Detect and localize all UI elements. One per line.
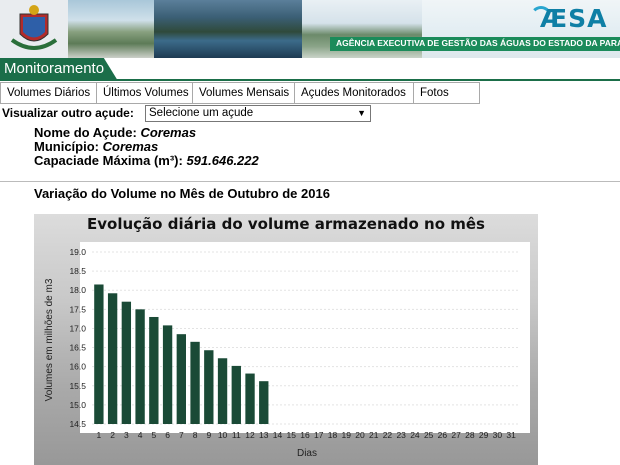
- dropdown-arrow-icon[interactable]: ▼: [357, 106, 366, 121]
- municipio-label: Município:: [34, 139, 99, 154]
- bar-day-8: [190, 341, 200, 424]
- y-axis-label: Volumes em milhões de m3: [44, 278, 55, 401]
- banner-photo-lake: [154, 0, 302, 58]
- x-tick-label: 7: [179, 430, 184, 440]
- header-banner: ÆSA AGÊNCIA EXECUTIVA DE GESTÃO DAS ÁGUA…: [0, 0, 620, 58]
- nome-value: Coremas: [140, 125, 197, 140]
- x-tick-label: 23: [396, 430, 406, 440]
- menu-volumes-diarios[interactable]: Volumes Diários: [0, 82, 97, 104]
- x-axis-label: Dias: [297, 448, 317, 459]
- menu-fotos[interactable]: Fotos: [413, 82, 480, 104]
- section-title: Monitoramento: [4, 60, 105, 77]
- x-tick-label: 24: [410, 430, 420, 440]
- info-nome: Nome do Açude: Coremas: [34, 125, 196, 140]
- x-tick-label: 10: [218, 430, 228, 440]
- x-tick-label: 22: [383, 430, 393, 440]
- y-tick-label: 18.5: [69, 266, 86, 276]
- bar-day-6: [162, 325, 173, 424]
- x-tick-label: 8: [193, 430, 198, 440]
- info-capacidade: Capaciade Máxima (m³): 591.646.222: [34, 153, 259, 168]
- x-tick-label: 4: [138, 430, 143, 440]
- bar-day-13: [259, 381, 269, 424]
- bar-day-12: [245, 373, 255, 424]
- x-tick-label: 9: [206, 430, 211, 440]
- capacidade-label: Capaciade Máxima (m³):: [34, 153, 183, 168]
- main-menu: Volumes Diários Últimos Volumes Volumes …: [0, 82, 480, 104]
- bar-day-2: [107, 293, 118, 424]
- x-tick-label: 25: [424, 430, 434, 440]
- x-tick-label: 13: [259, 430, 269, 440]
- x-tick-label: 14: [273, 430, 283, 440]
- x-tick-label: 18: [328, 430, 338, 440]
- nome-label: Nome do Açude:: [34, 125, 137, 140]
- bar-day-5: [149, 316, 159, 424]
- x-tick-label: 21: [369, 430, 379, 440]
- y-tick-label: 19.0: [69, 247, 86, 257]
- x-tick-label: 11: [232, 430, 241, 440]
- aesa-logo: ÆSA: [540, 4, 608, 33]
- x-tick-label: 29: [479, 430, 489, 440]
- x-tick-label: 3: [124, 430, 129, 440]
- y-tick-label: 14.5: [69, 419, 86, 429]
- bar-day-4: [135, 309, 145, 424]
- x-tick-label: 2: [110, 430, 115, 440]
- bar-day-3: [121, 301, 132, 424]
- bar-day-11: [231, 365, 241, 424]
- x-tick-label: 27: [451, 430, 461, 440]
- chart-subtitle: Variação do Volume no Mês de Outubro de …: [34, 186, 330, 201]
- x-tick-label: 17: [314, 430, 324, 440]
- x-tick-label: 15: [287, 430, 297, 440]
- x-tick-label: 20: [355, 430, 365, 440]
- section-title-bar: Monitoramento: [0, 58, 620, 81]
- agency-name: AGÊNCIA EXECUTIVA DE GESTÃO DAS ÁGUAS DO…: [336, 38, 620, 48]
- x-tick-label: 28: [465, 430, 475, 440]
- y-tick-label: 17.5: [69, 304, 86, 314]
- select-label: Visualizar outro açude:: [2, 106, 134, 120]
- capacidade-value: 591.646.222: [186, 153, 259, 168]
- bar-day-1: [94, 284, 104, 424]
- bar-day-7: [176, 334, 186, 424]
- x-tick-label: 31: [506, 430, 516, 440]
- x-tick-label: 16: [300, 430, 310, 440]
- x-tick-label: 1: [97, 430, 102, 440]
- x-tick-label: 5: [151, 430, 156, 440]
- municipio-value: Coremas: [102, 139, 159, 154]
- info-municipio: Município: Coremas: [34, 139, 158, 154]
- menu-volumes-mensais[interactable]: Volumes Mensais: [192, 82, 295, 104]
- y-tick-label: 18.0: [69, 285, 86, 295]
- bar-day-10: [217, 358, 228, 424]
- banner-photo-dam: [68, 0, 154, 58]
- acude-select[interactable]: Selecione um açude ▼: [145, 105, 371, 122]
- y-tick-label: 15.0: [69, 400, 86, 410]
- x-tick-label: 6: [165, 430, 170, 440]
- state-seal: [0, 0, 68, 58]
- bar-day-9: [204, 350, 214, 424]
- y-tick-label: 16.5: [69, 343, 86, 353]
- acude-select-value: Selecione um açude: [149, 107, 254, 119]
- menu-ultimos-volumes[interactable]: Últimos Volumes: [96, 82, 193, 104]
- x-tick-label: 26: [438, 430, 448, 440]
- y-tick-label: 16.0: [69, 362, 86, 372]
- x-tick-label: 19: [341, 430, 351, 440]
- divider: [0, 181, 620, 182]
- x-tick-label: 30: [493, 430, 503, 440]
- volume-chart: 19.0 18.5 18.0 17.5 17.0 16.5 16.0 15.5 15.0 14.5…: [44, 242, 530, 459]
- menu-acudes-monitorados[interactable]: Açudes Monitorados: [294, 82, 414, 104]
- section-title-rule: [0, 79, 620, 81]
- y-tick-label: 17.0: [69, 323, 86, 333]
- chart-title: Evolução diária do volume armazenado no …: [87, 215, 485, 233]
- x-tick-label: 12: [245, 430, 255, 440]
- chart-panel: 19.0 18.5 18.0 17.5 17.0 16.5 16.0 15.5 15.0 14.5…: [34, 214, 538, 465]
- y-tick-label: 15.5: [69, 381, 86, 391]
